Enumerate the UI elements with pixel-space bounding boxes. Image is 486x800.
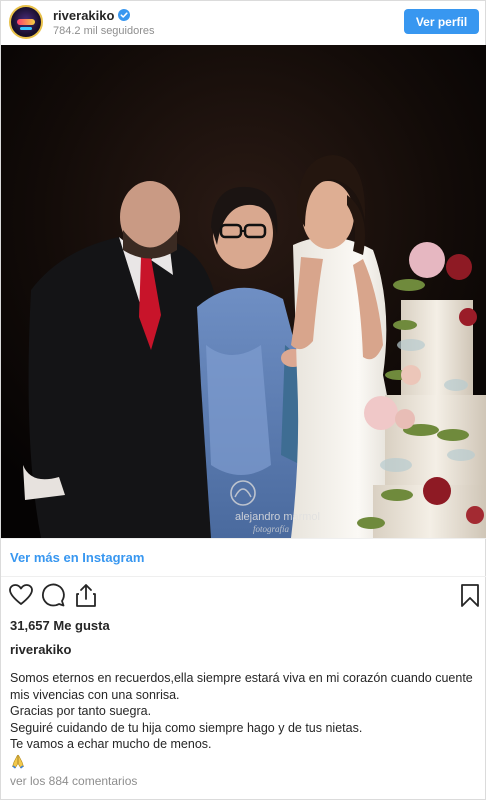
action-bar [1, 582, 486, 610]
view-comments-link[interactable]: ver los 884 comentarios [10, 774, 137, 788]
username-link[interactable]: riverakiko [53, 8, 114, 23]
verified-badge-icon [118, 9, 131, 21]
caption-line: Te vamos a echar mucho de menos. [10, 737, 212, 752]
avatar[interactable] [9, 5, 43, 39]
caption-line: Seguiré cuidando de tu hija como siempre… [10, 720, 363, 735]
post-photo[interactable]: alejandro marmol fotografía [1, 45, 486, 538]
view-profile-button[interactable]: Ver perfil [404, 9, 479, 34]
heart-icon[interactable] [8, 582, 34, 608]
caption-line: Somos eternos en recuerdos,ella siempre … [10, 671, 473, 685]
divider [1, 576, 486, 577]
caption-text: Somos eternos en recuerdos,ella siempre … [10, 670, 480, 769]
bookmark-icon[interactable] [457, 582, 483, 608]
caption-line: mis vivencias con una sonrisa. [10, 687, 180, 702]
post-header: riverakiko 784.2 mil seguidores Ver perf… [1, 1, 485, 43]
user-block: riverakiko 784.2 mil seguidores [53, 8, 155, 37]
folded-hands-icon [12, 754, 24, 769]
caption-line: Gracias por tanto suegra. [10, 704, 152, 719]
user-row: riverakiko [53, 8, 155, 23]
watermark-name: alejandro marmol [235, 511, 320, 523]
instagram-embed: riverakiko 784.2 mil seguidores Ver perf… [0, 0, 486, 800]
view-more-link[interactable]: Ver más en Instagram [10, 550, 144, 565]
caption-username-link[interactable]: riverakiko [10, 642, 71, 657]
like-count[interactable]: 31,657 Me gusta [10, 618, 110, 633]
share-icon[interactable] [73, 582, 99, 608]
followers-count: 784.2 mil seguidores [53, 24, 155, 37]
watermark-sub: fotografía [253, 524, 290, 534]
caption-emoji-line [10, 753, 480, 769]
wedding-photo: alejandro marmol fotografía [1, 45, 486, 538]
divider [1, 538, 486, 539]
comment-icon[interactable] [40, 582, 66, 608]
